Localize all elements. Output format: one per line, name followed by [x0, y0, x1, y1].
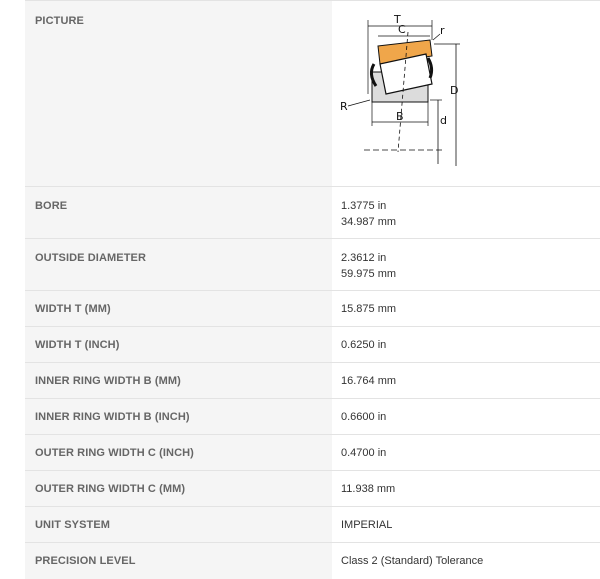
spec-value: 2.3612 in 59.975 mm: [332, 239, 600, 290]
spec-value: 0.6600 in: [332, 399, 600, 434]
bearing-diagram: T C r D R B d: [334, 14, 474, 174]
spec-label: WIDTH T (MM): [25, 291, 332, 326]
spec-value: 16.764 mm: [332, 363, 600, 398]
spec-row-picture: PICTURE: [25, 1, 600, 187]
spec-value: 11.938 mm: [332, 471, 600, 506]
spec-label: OUTER RING WIDTH C (MM): [25, 471, 332, 506]
leader-r-upper: [347, 99, 371, 107]
spec-label: PRECISION LEVEL: [25, 543, 332, 579]
leader-r: [432, 33, 441, 41]
spec-label: INNER RING WIDTH B (INCH): [25, 399, 332, 434]
spec-label: BORE: [25, 187, 332, 238]
spec-label: PICTURE: [25, 1, 332, 186]
spec-row-precision-level: PRECISION LEVEL Class 2 (Standard) Toler…: [25, 543, 600, 579]
spec-label: INNER RING WIDTH B (MM): [25, 363, 332, 398]
spec-value: 1.3775 in 34.987 mm: [332, 187, 600, 238]
label-c: C: [398, 23, 406, 36]
spec-row-outside-diameter: OUTSIDE DIAMETER 2.3612 in 59.975 mm: [25, 239, 600, 291]
spec-row-inner-ring-width-b-inch: INNER RING WIDTH B (INCH) 0.6600 in: [25, 399, 600, 435]
label-d-upper: D: [450, 84, 458, 97]
label-b: B: [396, 110, 404, 123]
spec-value: IMPERIAL: [332, 507, 600, 542]
spec-row-inner-ring-width-b-mm: INNER RING WIDTH B (MM) 16.764 mm: [25, 363, 600, 399]
label-r: r: [440, 24, 445, 37]
spec-value: 0.4700 in: [332, 435, 600, 470]
spec-row-width-t-mm: WIDTH T (MM) 15.875 mm: [25, 291, 600, 327]
spec-row-unit-system: UNIT SYSTEM IMPERIAL: [25, 507, 600, 543]
spec-label: OUTSIDE DIAMETER: [25, 239, 332, 290]
spec-value: 0.6250 in: [332, 327, 600, 362]
spec-label: WIDTH T (INCH): [25, 327, 332, 362]
spec-value: Class 2 (Standard) Tolerance: [332, 543, 600, 579]
spec-value: 15.875 mm: [332, 291, 600, 326]
spec-table: PICTURE BORE 1.3775 in 34.987 mm OUTSIDE…: [25, 0, 600, 579]
spec-row-outer-ring-width-c-inch: OUTER RING WIDTH C (INCH) 0.4700 in: [25, 435, 600, 471]
label-r-upper: R: [340, 100, 348, 113]
value-mm: 34.987 mm: [341, 216, 397, 228]
value-inch: 1.3775 in: [341, 200, 387, 212]
value-inch: 2.3612 in: [341, 252, 387, 264]
label-d-lower: d: [440, 114, 447, 127]
spec-row-bore: BORE 1.3775 in 34.987 mm: [25, 187, 600, 239]
spec-label: UNIT SYSTEM: [25, 507, 332, 542]
spec-row-outer-ring-width-c-mm: OUTER RING WIDTH C (MM) 11.938 mm: [25, 471, 600, 507]
value-mm: 59.975 mm: [341, 268, 397, 280]
spec-row-width-t-inch: WIDTH T (INCH) 0.6250 in: [25, 327, 600, 363]
bearing-cross-section-svg: T C r D R B d: [340, 14, 460, 166]
spec-label: OUTER RING WIDTH C (INCH): [25, 435, 332, 470]
